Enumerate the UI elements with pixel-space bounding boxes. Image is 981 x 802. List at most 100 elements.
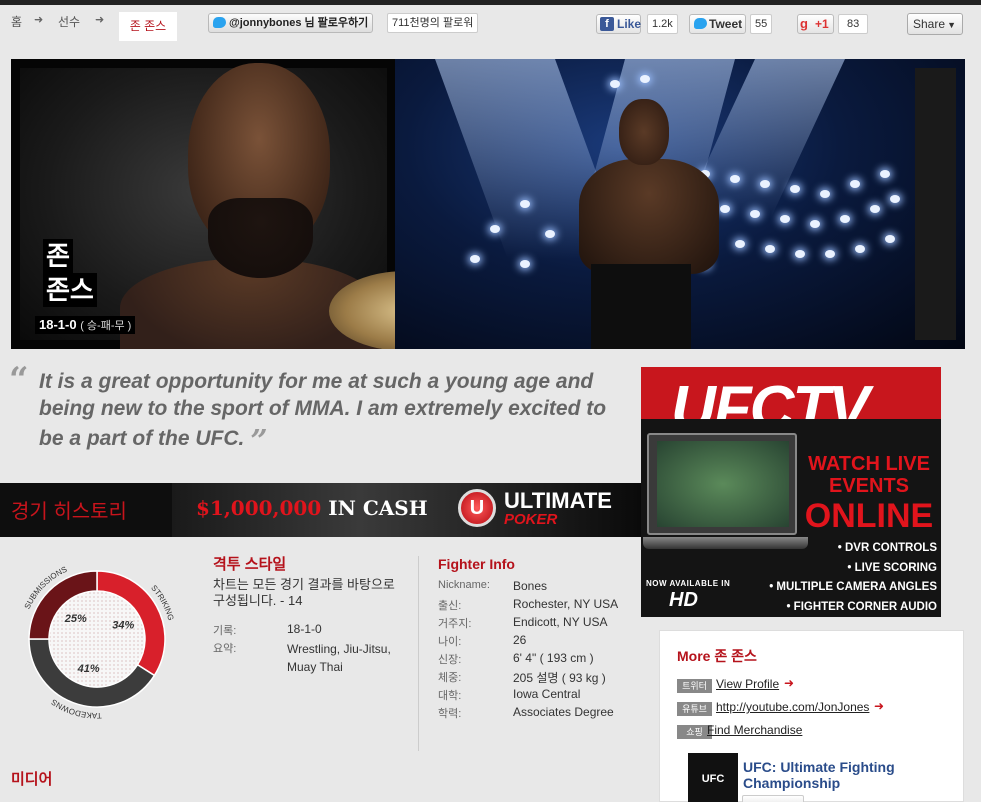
arrow-right-icon: ➜ [874, 699, 885, 713]
fighter-first-name: 존 [43, 239, 73, 273]
arrow-right-icon: ➜ [95, 14, 105, 26]
donut-percent-label: 41% [77, 663, 100, 675]
info-label: 신장: [438, 654, 462, 666]
subscribe-button[interactable] [742, 795, 804, 802]
open-quote-icon: “ [9, 360, 29, 400]
twitter-tag: 트위터 [677, 679, 712, 693]
info-label: 거주지: [438, 618, 472, 630]
find-merchandise-link[interactable]: Find Merchandise [707, 723, 802, 737]
stage-light [810, 220, 820, 228]
breadcrumb-home[interactable]: 홈 [11, 13, 22, 30]
record-value: 18-1-0 [287, 622, 322, 636]
stage-light [760, 180, 770, 188]
stage-light [520, 200, 530, 208]
cash-value: $1,000,000 [196, 496, 322, 520]
donut-chart: 34%STRIKING41%TAKEDOWNS25%SUBMISSIONS [23, 565, 176, 720]
ultimate-poker-ad[interactable]: $1,000,000 IN CASH U ULTIMATE POKER [172, 483, 641, 537]
arrow-right-icon: ➜ [784, 676, 795, 690]
info-value: Associates Degree [513, 705, 614, 719]
fighter-last-name: 존스 [43, 273, 97, 307]
watch-line-3: ONLINE [804, 497, 934, 535]
watch-line-2: EVENTS [828, 475, 910, 497]
fight-history-title: 경기 히스토리 [11, 501, 127, 523]
ufc-tv-ad[interactable]: UFCTV WATCH LIVE EVENTS ONLINE • DVR CON… [641, 367, 941, 617]
watch-live-text: WATCH LIVE EVENTS ONLINE [803, 453, 935, 535]
stage-light [610, 80, 620, 88]
stage-light [730, 175, 740, 183]
breadcrumb-fighters[interactable]: 선수 [58, 13, 80, 30]
info-label: 대학: [438, 690, 462, 702]
fighter-info-title: Fighter Info [438, 556, 515, 572]
info-value: 6' 4" ( 193 cm ) [513, 651, 594, 665]
cash-suffix: IN CASH [321, 496, 428, 520]
twitter-followers-count: 711천명의 팔로워 [387, 13, 479, 33]
media-title: 미디어 [11, 771, 53, 788]
fighter-shorts [591, 264, 691, 349]
stage-light [545, 230, 555, 238]
info-value: Endicott, NY USA [513, 615, 608, 629]
breadcrumb-current: 존 존스 [119, 12, 177, 41]
view-profile-link[interactable]: View Profile [716, 677, 779, 691]
ultimate-poker-sub: POKER [504, 511, 558, 528]
feature-item: • MULTIPLE CAMERA ANGLES [769, 581, 937, 593]
summary-value: Wrestling, Jiu-Jitsu, Muay Thai [287, 642, 391, 674]
fighter-body [579, 159, 719, 274]
record-note: ( 승-패-무 ) [80, 320, 132, 332]
feature-item: • DVR CONTROLS [837, 542, 937, 554]
close-quote-icon: ” [250, 424, 268, 459]
section-divider [418, 556, 419, 751]
info-label: Nickname: [438, 579, 490, 591]
stage-light [885, 235, 895, 243]
google-plus-button[interactable]: g +1 [797, 14, 834, 34]
stage-light [520, 260, 530, 268]
facebook-like-count: 1.2k [647, 14, 678, 34]
fighter-head [619, 99, 669, 165]
youtube-tag: 유튜브 [677, 702, 712, 716]
tweet-button[interactable]: Tweet [689, 14, 746, 34]
twitter-bird-icon [694, 18, 707, 29]
stage-light [820, 190, 830, 198]
stage-light [640, 75, 650, 83]
fight-style-description: 차트는 모든 경기 결과를 바탕으로 구성됩니다. - 14 [213, 577, 395, 608]
info-value: Bones [513, 579, 548, 593]
info-value: Rochester, NY USA [513, 597, 619, 611]
more-links-panel: More 존 존스 트위터 View Profile ➜ 유튜브 http://… [659, 630, 964, 802]
stage-light [890, 195, 900, 203]
info-value: 205 설명 ( 93 kg ) [513, 671, 606, 685]
stage-light [750, 210, 760, 218]
ultimate-poker-brand: ULTIMATE [504, 488, 612, 513]
info-value: Iowa Central [513, 687, 581, 701]
now-available-text: NOW AVAILABLE IN [646, 579, 731, 588]
watch-line-1: WATCH LIVE [808, 453, 930, 475]
fighter-record: 18-1-0 ( 승-패-무 ) [35, 316, 136, 334]
ufc-channel-thumbnail[interactable]: UFC [688, 753, 738, 802]
stage-light [795, 250, 805, 258]
ultimate-poker-logo-icon: U [458, 489, 496, 527]
donut-percent-label: 34% [112, 620, 134, 632]
stage-light [720, 205, 730, 213]
stage-light [840, 215, 850, 223]
share-dropdown[interactable]: Share ▼ [907, 13, 963, 35]
twitter-follow-label: @jonnybones 님 팔로우하기 [229, 17, 369, 29]
stage-light [490, 225, 500, 233]
youtube-link[interactable]: http://youtube.com/JonJones [716, 700, 869, 714]
facebook-like-button[interactable]: f Like [596, 14, 641, 34]
twitter-follow-button[interactable]: @jonnybones 님 팔로우하기 [208, 13, 374, 33]
hero-banner [11, 59, 965, 349]
summary-label: 요약: [213, 643, 237, 655]
ufc-channel-name[interactable]: UFC: Ultimate Fighting Championship [743, 759, 923, 791]
google-plus-count: 83 [838, 14, 869, 34]
info-value: 26 [513, 633, 527, 647]
arrow-right-icon: ➜ [34, 14, 44, 26]
stage-light [825, 250, 835, 258]
feature-item: • FIGHTER CORNER AUDIO FEEDS [786, 600, 937, 613]
google-plus-icon: g [800, 16, 808, 31]
share-label: Share [913, 17, 946, 31]
fighter-quote: It is a great opportunity for me at such… [39, 368, 609, 457]
feature-item: • LIVE SCORING [847, 561, 937, 574]
stage-light [870, 205, 880, 213]
cash-amount: $1,000,000 IN CASH [196, 496, 428, 520]
fight-style-chart: 34% STRIKING 41% TAKEDOWNS 25% SUBMISSIONS [0, 543, 200, 733]
fight-style-title: 격투 스타일 [213, 556, 287, 573]
facebook-icon: f [600, 17, 614, 31]
